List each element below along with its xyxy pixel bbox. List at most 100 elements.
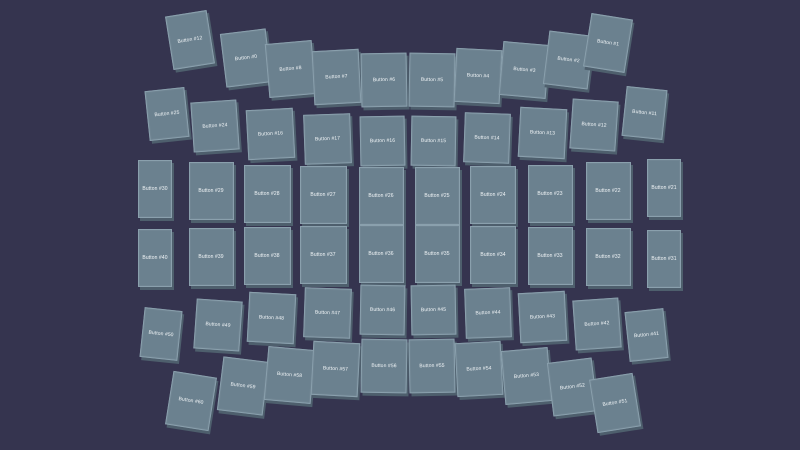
grid-button-label: Button #16 bbox=[257, 130, 283, 138]
grid-button-label: Button #23 bbox=[537, 191, 563, 197]
grid-button[interactable]: Button #40 bbox=[138, 229, 172, 287]
grid-button-label: Button #21 bbox=[651, 185, 677, 191]
grid-button[interactable]: Button #12 bbox=[569, 98, 619, 152]
grid-button-label: Button #34 bbox=[480, 252, 506, 258]
curved-button-wall: Button #12 Button #0 Button #8 Button #7 But… bbox=[0, 0, 800, 450]
grid-button[interactable]: Button #35 bbox=[414, 225, 460, 283]
grid-button-label: Button #32 bbox=[595, 254, 621, 260]
grid-button-label: Button #56 bbox=[371, 362, 397, 370]
grid-button-label: Button #15 bbox=[420, 137, 446, 145]
grid-button[interactable]: Button #46 bbox=[359, 284, 405, 336]
grid-button[interactable]: Button #39 bbox=[188, 228, 234, 286]
grid-button[interactable]: Button #0 bbox=[219, 28, 273, 88]
grid-button[interactable]: Button #27 bbox=[299, 166, 347, 224]
grid-button[interactable]: Button #29 bbox=[188, 162, 234, 220]
grid-button[interactable]: Button #28 bbox=[243, 165, 291, 223]
grid-button-label: Button #49 bbox=[205, 321, 231, 329]
grid-button[interactable]: Button #16 bbox=[245, 107, 295, 161]
grid-button-label: Button #4 bbox=[466, 72, 490, 80]
grid-button[interactable]: Button #55 bbox=[408, 338, 456, 394]
grid-button[interactable]: Button #58 bbox=[263, 346, 315, 404]
grid-button-label: Button #24 bbox=[202, 122, 228, 130]
grid-button-label: Button #13 bbox=[529, 129, 555, 137]
grid-button[interactable]: Button #12 bbox=[165, 10, 215, 70]
grid-button[interactable]: Button #25 bbox=[144, 87, 190, 141]
grid-button[interactable]: Button #56 bbox=[360, 338, 408, 394]
grid-button[interactable]: Button #50 bbox=[139, 307, 183, 361]
grid-button-label: Button #22 bbox=[595, 188, 621, 194]
grid-button-label: Button #58 bbox=[276, 370, 302, 380]
grid-button[interactable]: Button #3 bbox=[498, 41, 550, 99]
grid-button[interactable]: Button #38 bbox=[243, 227, 291, 285]
grid-button[interactable]: Button #33 bbox=[527, 227, 573, 285]
grid-button[interactable]: Button #22 bbox=[585, 162, 631, 220]
grid-button[interactable]: Button #21 bbox=[647, 159, 681, 217]
grid-button[interactable]: Button #11 bbox=[620, 85, 668, 141]
grid-button[interactable]: Button #14 bbox=[463, 112, 511, 164]
grid-button[interactable]: Button #31 bbox=[647, 230, 681, 288]
grid-button[interactable]: Button #23 bbox=[527, 165, 573, 223]
grid-button[interactable]: Button #7 bbox=[311, 48, 361, 106]
grid-button-label: Button #40 bbox=[142, 255, 168, 261]
grid-button-label: Button #43 bbox=[529, 313, 555, 321]
grid-button[interactable]: Button #54 bbox=[454, 340, 504, 398]
grid-button[interactable]: Button #24 bbox=[190, 99, 240, 153]
grid-button-label: Button #3 bbox=[512, 66, 536, 74]
grid-button[interactable]: Button #59 bbox=[216, 356, 270, 416]
grid-button[interactable]: Button #36 bbox=[358, 225, 404, 283]
grid-button[interactable]: Button #5 bbox=[408, 52, 456, 108]
grid-button-label: Button #5 bbox=[420, 76, 444, 84]
grid-button[interactable]: Button #53 bbox=[500, 347, 552, 405]
grid-button[interactable]: Button #15 bbox=[410, 115, 456, 167]
grid-button-label: Button #59 bbox=[230, 381, 256, 391]
grid-button-label: Button #55 bbox=[419, 362, 445, 370]
grid-button-label: Button #16 bbox=[369, 137, 395, 145]
grid-button[interactable]: Button #1 bbox=[583, 13, 633, 73]
grid-button[interactable]: Button #60 bbox=[165, 370, 217, 432]
grid-button-label: Button #28 bbox=[254, 191, 280, 197]
grid-button[interactable]: Button #34 bbox=[470, 226, 516, 284]
grid-button[interactable]: Button #30 bbox=[138, 160, 172, 218]
grid-button[interactable]: Button #13 bbox=[517, 106, 567, 160]
grid-button-label: Button #25 bbox=[424, 193, 450, 199]
grid-button-label: Button #47 bbox=[314, 309, 340, 317]
grid-button[interactable]: Button #32 bbox=[585, 228, 631, 286]
grid-button-label: Button #33 bbox=[537, 253, 563, 259]
grid-button-label: Button #39 bbox=[198, 254, 224, 260]
grid-button[interactable]: Button #47 bbox=[302, 287, 352, 339]
grid-button-label: Button #31 bbox=[651, 256, 677, 262]
grid-button[interactable]: Button #57 bbox=[310, 340, 360, 398]
grid-button[interactable]: Button #44 bbox=[464, 287, 512, 339]
grid-button[interactable]: Button #43 bbox=[517, 290, 567, 344]
grid-button-label: Button #1 bbox=[596, 38, 620, 48]
grid-button[interactable]: Button #16 bbox=[359, 115, 405, 167]
grid-button-label: Button #35 bbox=[424, 251, 450, 257]
grid-button[interactable]: Button #17 bbox=[302, 113, 352, 165]
grid-button[interactable]: Button #45 bbox=[410, 284, 456, 336]
grid-button[interactable]: Button #24 bbox=[470, 166, 516, 224]
grid-button-label: Button #14 bbox=[474, 134, 500, 142]
grid-button-label: Button #53 bbox=[513, 371, 539, 381]
grid-button-label: Button #48 bbox=[258, 314, 284, 322]
grid-button-label: Button #42 bbox=[584, 320, 610, 328]
grid-button-label: Button #27 bbox=[310, 192, 336, 198]
grid-button-label: Button #6 bbox=[372, 76, 396, 84]
grid-button[interactable]: Button #49 bbox=[193, 298, 243, 352]
grid-button-label: Button #17 bbox=[314, 135, 340, 143]
grid-button-label: Button #51 bbox=[602, 398, 628, 408]
grid-button[interactable]: Button #48 bbox=[246, 291, 296, 345]
grid-button-label: Button #36 bbox=[368, 251, 394, 257]
grid-button[interactable]: Button #41 bbox=[623, 308, 669, 362]
grid-button[interactable]: Button #26 bbox=[358, 167, 404, 225]
grid-button-label: Button #8 bbox=[278, 65, 302, 73]
grid-button[interactable]: Button #4 bbox=[453, 47, 503, 105]
grid-button-label: Button #38 bbox=[254, 253, 280, 259]
grid-button-label: Button #11 bbox=[631, 108, 657, 118]
grid-button[interactable]: Button #37 bbox=[299, 226, 347, 284]
grid-button[interactable]: Button #8 bbox=[264, 40, 316, 98]
grid-button[interactable]: Button #25 bbox=[414, 167, 460, 225]
grid-button-label: Button #60 bbox=[178, 396, 204, 406]
grid-button[interactable]: Button #42 bbox=[572, 297, 622, 351]
grid-button[interactable]: Button #51 bbox=[589, 372, 641, 434]
grid-button[interactable]: Button #6 bbox=[360, 52, 408, 108]
